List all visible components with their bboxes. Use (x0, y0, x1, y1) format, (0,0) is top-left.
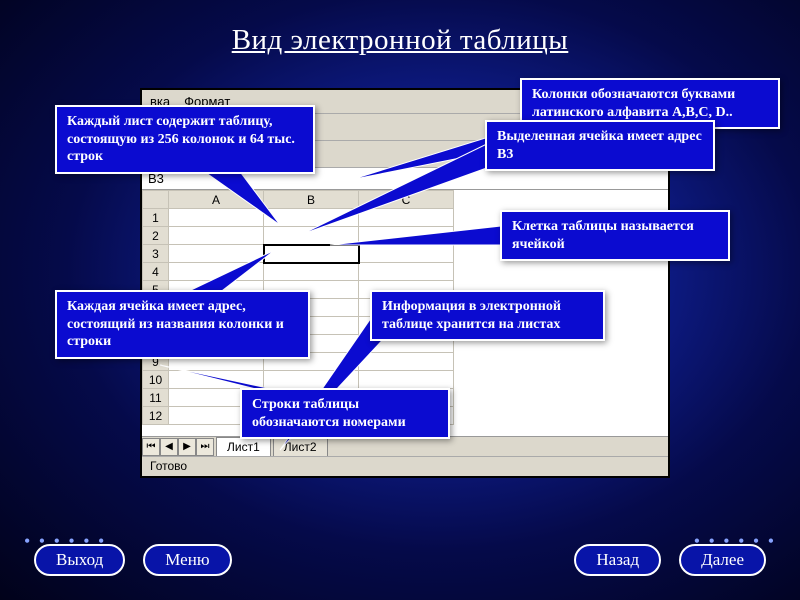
row-header[interactable]: 3 (143, 245, 169, 263)
sheet-tab-active[interactable]: Лист1 (216, 437, 271, 456)
next-button[interactable]: Далее (679, 544, 766, 576)
callout-sheets-storage: Информация в электронной таблице хранитс… (370, 290, 605, 341)
cell[interactable] (169, 209, 264, 227)
prev-sheet-icon[interactable]: ◀ (160, 438, 178, 456)
callout-selected-cell: Выделенная ячейка имеет адрес B3 (485, 120, 715, 171)
col-header[interactable]: B (264, 191, 359, 209)
row-header[interactable]: 10 (143, 371, 169, 389)
cell[interactable] (359, 227, 454, 245)
callout-cell-address: Каждая ячейка имеет адрес, состоящий из … (55, 290, 310, 359)
nav-bar: Выход Меню Назад Далее (0, 544, 800, 576)
back-button[interactable]: Назад (574, 544, 661, 576)
callout-sheets-info: Каждый лист содержит таблицу, состоящую … (55, 105, 315, 174)
first-sheet-icon[interactable]: ⏮ (142, 438, 160, 456)
row-header[interactable]: 2 (143, 227, 169, 245)
col-header[interactable]: A (169, 191, 264, 209)
sheet-tabs-bar: ⏮ ◀ ▶ ⏭ Лист1 Лист2 (142, 436, 668, 456)
cell[interactable] (169, 263, 264, 281)
row-header[interactable]: 4 (143, 263, 169, 281)
cell[interactable] (169, 245, 264, 263)
cell[interactable] (264, 263, 359, 281)
status-bar: Готово (142, 456, 668, 476)
cell[interactable] (264, 371, 359, 389)
cell[interactable] (169, 371, 264, 389)
callout-cell-name: Клетка таблицы называется ячейкой (500, 210, 730, 261)
page-title: Вид электронной таблицы (0, 0, 800, 57)
callout-row-numbers: Строки таблицы обозначаются номерами (240, 388, 450, 439)
exit-button[interactable]: Выход (34, 544, 125, 576)
select-all-corner[interactable] (143, 191, 169, 209)
row-header[interactable]: 12 (143, 407, 169, 425)
cell[interactable] (264, 209, 359, 227)
last-sheet-icon[interactable]: ⏭ (196, 438, 214, 456)
cell[interactable] (359, 209, 454, 227)
cell[interactable] (359, 245, 454, 263)
cell[interactable] (359, 353, 454, 371)
cell[interactable] (359, 263, 454, 281)
cell[interactable] (169, 227, 264, 245)
active-cell[interactable] (264, 245, 359, 263)
menu-button[interactable]: Меню (143, 544, 231, 576)
cell[interactable] (359, 371, 454, 389)
col-header[interactable]: C (359, 191, 454, 209)
next-sheet-icon[interactable]: ▶ (178, 438, 196, 456)
sheet-tab[interactable]: Лист2 (273, 437, 328, 456)
cell[interactable] (264, 227, 359, 245)
row-header[interactable]: 1 (143, 209, 169, 227)
row-header[interactable]: 11 (143, 389, 169, 407)
